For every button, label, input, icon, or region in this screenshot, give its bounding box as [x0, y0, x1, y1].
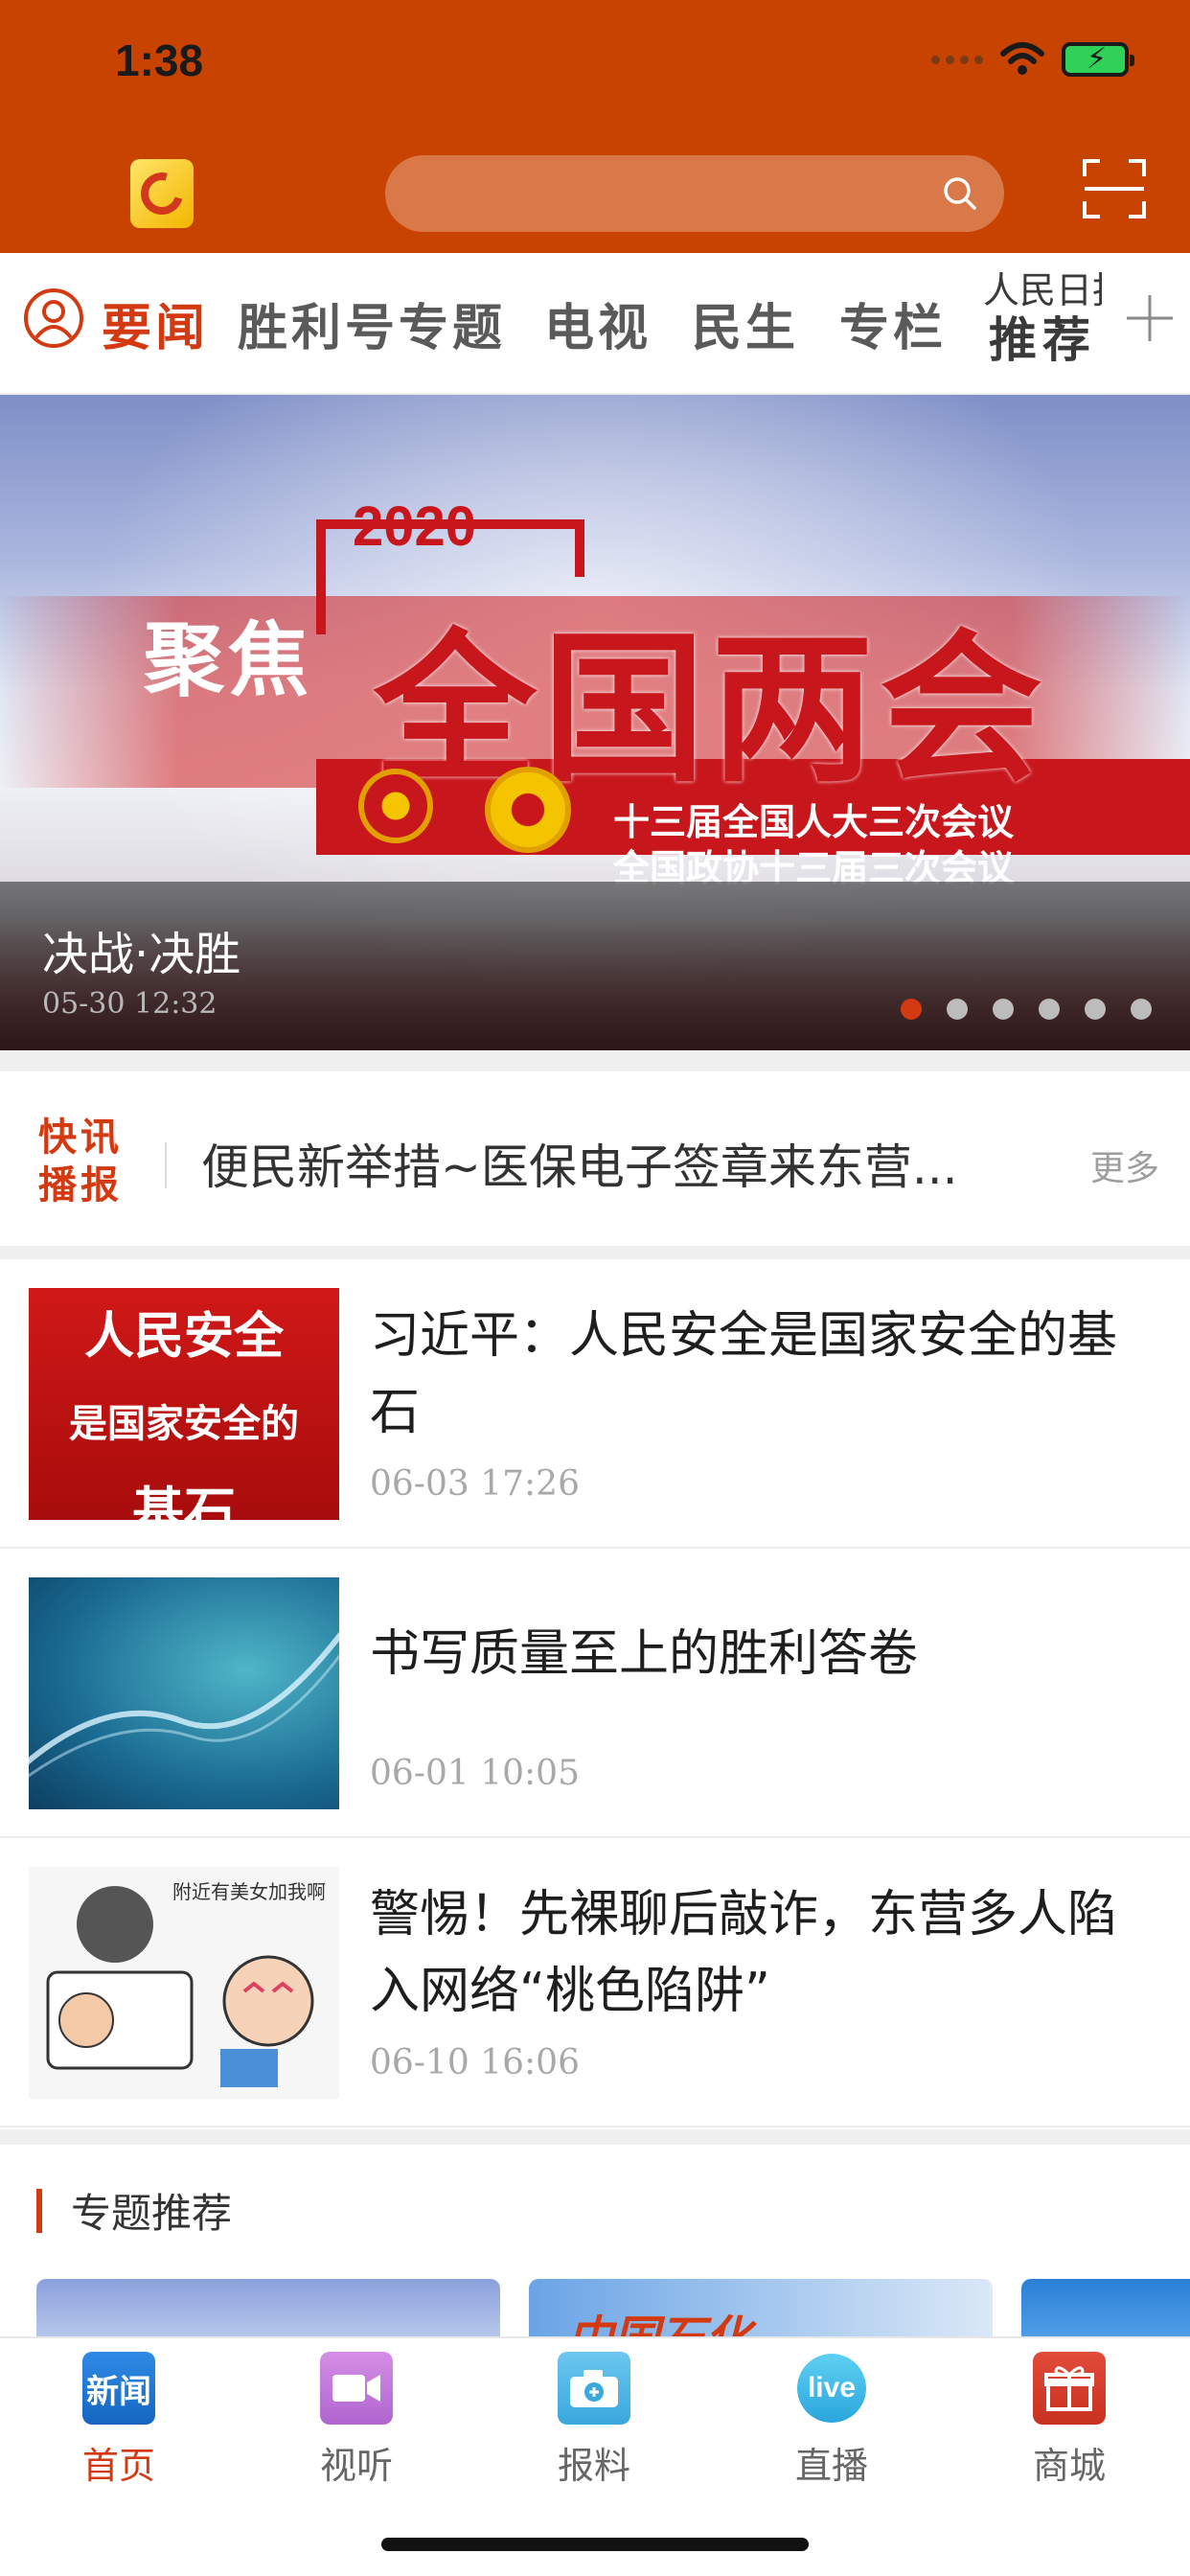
- news-thumbnail: 人民安全 是国家安全的 基石: [29, 1288, 339, 1520]
- banner-carousel[interactable]: 2020 聚焦 全国两会 十三届全国人大三次会议 全国政协十三届三次会议 决战·…: [0, 395, 1190, 1050]
- news-time: 06-01 10:05: [370, 1754, 580, 1793]
- tab-label: 商城: [1032, 2445, 1106, 2487]
- banner-time: 05-30 12:32: [42, 987, 217, 1021]
- home-indicator[interactable]: [381, 2538, 809, 2551]
- status-time: 1:38: [115, 35, 204, 85]
- news-title: 警惕！先裸聊后敲诈，东营多人陷入网络“桃色陷阱”: [370, 1886, 1118, 2020]
- banner-image-year: 2020: [353, 495, 477, 558]
- flash-news-headline[interactable]: 便民新举措~医保电子签章来东营...: [201, 1129, 1044, 1198]
- add-channel-icon[interactable]: [1123, 291, 1177, 345]
- banner-image-left-text: 聚焦: [144, 613, 313, 707]
- tab-label: 直播: [794, 2445, 868, 2487]
- camera-icon: [558, 2352, 630, 2425]
- tab-label: 视听: [319, 2445, 393, 2487]
- more-link[interactable]: 更多: [1090, 1140, 1159, 1190]
- top-bar: 1:38 ⚡: [0, 0, 1190, 253]
- tab-mall[interactable]: 商城: [993, 2352, 1146, 2489]
- tab-shenglihao[interactable]: 胜利号: [238, 288, 399, 359]
- tab-minsheng[interactable]: 民生: [692, 288, 799, 359]
- status-icons: ⚡: [931, 42, 1134, 77]
- cppcc-emblem-icon: [485, 767, 571, 853]
- video-camera-icon: [320, 2352, 393, 2425]
- cellular-signal-icon: [931, 55, 983, 64]
- special-topics: 专题推荐 中国石化: [0, 2145, 1190, 2356]
- carousel-indicator: [901, 999, 1152, 1020]
- tab-rmrb-line2: 推荐: [989, 312, 1096, 368]
- app-logo[interactable]: [130, 159, 194, 228]
- news-time: 06-10 16:06: [370, 2043, 580, 2082]
- news-title: 习近平：人民安全是国家安全的基石: [370, 1307, 1118, 1441]
- tab-media[interactable]: 视听: [280, 2352, 433, 2489]
- channel-tabs: 要闻 胜利号 专题 电视 民生 专栏 人民日报 推荐: [0, 253, 1190, 395]
- tab-label: 报料: [557, 2445, 630, 2487]
- search-input[interactable]: [385, 155, 1004, 232]
- flash-news[interactable]: 快讯 播报 便民新举措~医保电子签章来东营... 更多: [0, 1070, 1190, 1246]
- news-thumbnail: [29, 1577, 339, 1809]
- tab-rmrb-line1: 人民日报: [983, 272, 1102, 309]
- news-time: 06-03 17:26: [370, 1464, 580, 1504]
- carousel-dot[interactable]: [901, 999, 922, 1020]
- tab-zhuanlan[interactable]: 专栏: [839, 288, 947, 359]
- tab-live[interactable]: live 直播: [755, 2352, 908, 2489]
- wifi-icon: [1000, 42, 1044, 75]
- search-icon: [944, 177, 976, 210]
- banner-image-subtitle: 十三届全国人大三次会议 全国政协十三届三次会议: [613, 801, 1015, 889]
- carousel-dot[interactable]: [1085, 999, 1106, 1020]
- banner-title[interactable]: 决战·决胜: [42, 916, 240, 983]
- tab-report[interactable]: 报料: [517, 2352, 671, 2489]
- banner-image-main-text: 全国两会: [374, 615, 1049, 805]
- section-title: 专题推荐: [71, 2190, 233, 2237]
- tab-home[interactable]: 新闻 首页: [42, 2352, 195, 2489]
- gift-icon: [1033, 2352, 1106, 2425]
- news-item[interactable]: 附近有美女加我啊 警惕！先裸聊后敲诈，东营多人陷入网络“桃色陷阱” 06-10 …: [0, 1838, 1190, 2128]
- scan-icon[interactable]: [1083, 159, 1146, 218]
- battery-charging-icon: ⚡: [1062, 42, 1134, 77]
- carousel-dot[interactable]: [993, 999, 1014, 1020]
- carousel-dot[interactable]: [947, 999, 968, 1020]
- tab-dianshi[interactable]: 电视: [544, 288, 652, 359]
- news-icon: 新闻: [82, 2352, 155, 2425]
- carousel-dot[interactable]: [1131, 999, 1152, 1020]
- tab-rmrb-recommend[interactable]: 人民日报 推荐: [983, 272, 1102, 364]
- flash-news-logo: 快讯 播报: [38, 1116, 123, 1208]
- news-thumbnail: 附近有美女加我啊: [29, 1867, 339, 2099]
- user-profile-icon[interactable]: [23, 288, 84, 349]
- carousel-dot[interactable]: [1039, 999, 1060, 1020]
- tab-label: 首页: [81, 2445, 155, 2487]
- tab-yaowen[interactable]: 要闻: [102, 288, 209, 359]
- live-icon: live: [795, 2352, 868, 2425]
- tab-zhuanti[interactable]: 专题: [399, 288, 506, 359]
- national-emblem-icon: [358, 769, 433, 843]
- news-item[interactable]: 人民安全 是国家安全的 基石 习近平：人民安全是国家安全的基石 06-03 17…: [0, 1259, 1190, 1549]
- news-item[interactable]: 书写质量至上的胜利答卷 06-01 10:05: [0, 1549, 1190, 1838]
- news-title: 书写质量至上的胜利答卷: [370, 1625, 919, 1683]
